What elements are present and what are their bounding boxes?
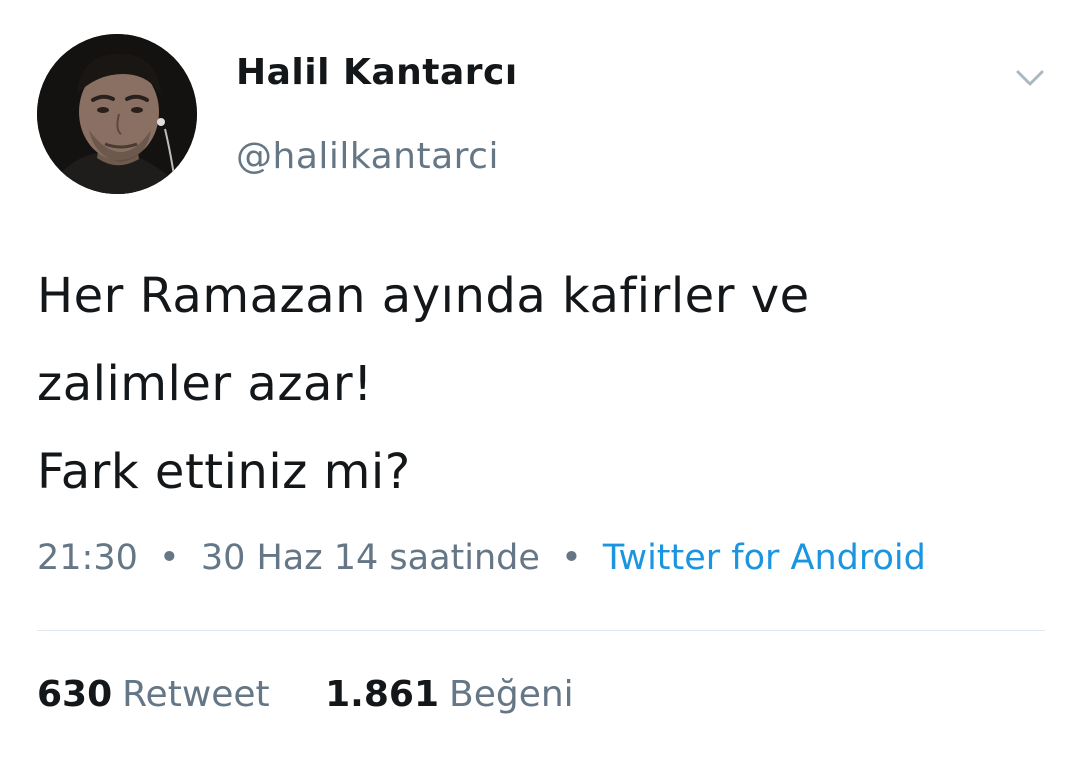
avatar[interactable] <box>37 34 197 194</box>
user-handle[interactable]: @halilkantarci <box>236 136 499 177</box>
tweet-line: zalimler azar! <box>37 356 373 412</box>
tweet-card: Halil Kantarcı @halilkantarci Her Ramaza… <box>0 0 1080 763</box>
tweet-date: 30 Haz 14 saatinde <box>200 538 540 578</box>
tweet-stats: 630 Retweet 1.861 Beğeni <box>37 674 618 715</box>
tweet-line: Fark ettiniz mi? <box>37 444 411 500</box>
retweets-label: Retweet <box>122 674 270 715</box>
avatar-image <box>37 34 197 194</box>
divider <box>37 630 1045 631</box>
display-name[interactable]: Halil Kantarcı <box>236 52 518 93</box>
likes-count: 1.861 <box>325 674 439 715</box>
likes-label: Beğeni <box>449 674 574 715</box>
separator-dot: • <box>561 538 582 578</box>
chevron-down-icon[interactable] <box>1010 62 1050 92</box>
retweets-count: 630 <box>37 674 113 715</box>
tweet-text: Her Ramazan ayında kafirler ve zalimler … <box>37 252 1047 516</box>
source-link[interactable]: Twitter for Android <box>603 538 926 578</box>
tweet-line: Her Ramazan ayında kafirler ve <box>37 268 810 324</box>
likes-stat[interactable]: 1.861 Beğeni <box>325 674 574 715</box>
retweets-stat[interactable]: 630 Retweet <box>37 674 270 715</box>
separator-dot: • <box>159 538 180 578</box>
tweet-time: 21:30 <box>37 538 138 578</box>
tweet-meta: 21:30 • 30 Haz 14 saatinde • Twitter for… <box>37 538 926 578</box>
